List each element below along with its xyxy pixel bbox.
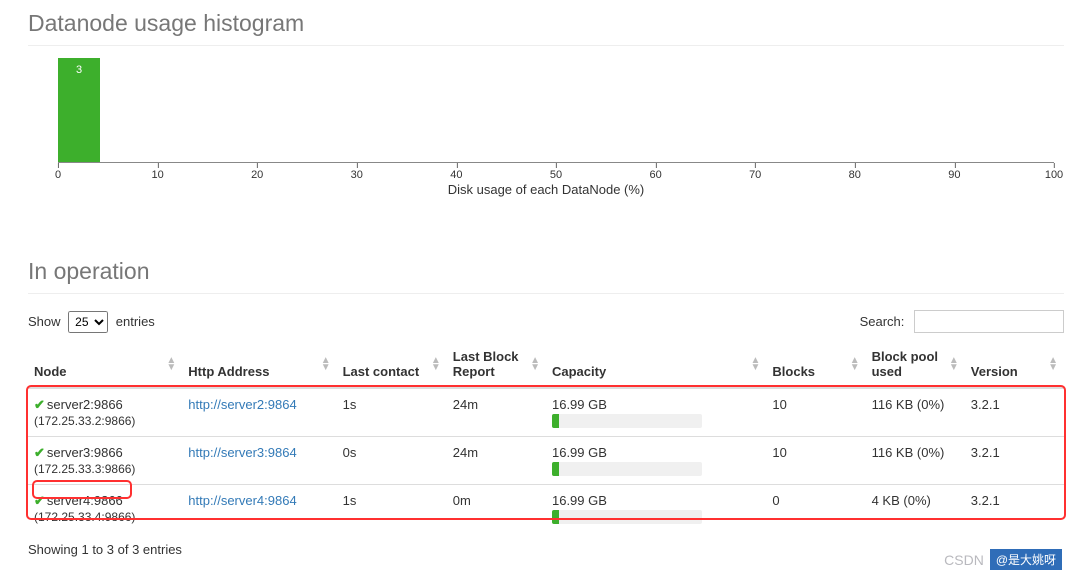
axis-tick: 40 — [450, 163, 462, 181]
cell-http: http://server4:9864 — [182, 485, 336, 533]
cell-last-block: 24m — [447, 437, 546, 485]
table-row: ✔server3:9866 (172.25.33.3:9866) http://… — [28, 437, 1064, 485]
cell-node: ✔server2:9866 (172.25.33.2:9866) — [28, 388, 182, 437]
entries-label: entries — [116, 314, 155, 329]
cell-version: 3.2.1 — [965, 485, 1064, 533]
axis-tick: 10 — [151, 163, 163, 181]
table-search-control: Search: — [860, 310, 1064, 333]
status-check-icon: ✔ — [34, 445, 45, 460]
histogram-chart: 3 0 10 20 30 40 50 60 70 80 90 100 Disk usage of e… — [28, 58, 1064, 208]
histogram-bar: 3 — [58, 58, 100, 162]
status-check-icon: ✔ — [34, 493, 45, 508]
cell-node: ✔server3:9866 (172.25.33.3:9866) — [28, 437, 182, 485]
node-ip: (172.25.33.2:9866) — [34, 414, 135, 428]
axis-tick: 70 — [749, 163, 761, 181]
col-last-block[interactable]: Last Block Report▲▼ — [447, 341, 546, 388]
sort-icon: ▲▼ — [949, 357, 959, 371]
axis-tick: 0 — [55, 163, 61, 181]
divider — [28, 45, 1064, 46]
watermark-text: CSDN — [944, 552, 984, 568]
page-size-select[interactable]: 25 — [68, 311, 108, 333]
table-row: ✔server4:9866 (172.25.33.4:9866) http://… — [28, 485, 1064, 533]
sort-icon: ▲▼ — [530, 357, 540, 371]
node-host: server2:9866 — [47, 397, 123, 412]
sort-icon: ▲▼ — [431, 357, 441, 371]
axis-tick: 80 — [849, 163, 861, 181]
cell-blocks: 0 — [766, 485, 865, 533]
cell-last-contact: 1s — [337, 485, 447, 533]
col-http[interactable]: Http Address▲▼ — [182, 341, 336, 388]
search-label: Search: — [860, 314, 905, 329]
cell-capacity: 16.99 GB — [546, 437, 766, 485]
axis-tick: 30 — [351, 163, 363, 181]
sort-icon: ▲▼ — [751, 357, 761, 371]
http-link[interactable]: http://server2:9864 — [188, 397, 296, 412]
operation-title: In operation — [28, 258, 1064, 285]
node-host: server3:9866 — [47, 445, 123, 460]
cell-pool-used: 4 KB (0%) — [866, 485, 965, 533]
cell-capacity: 16.99 GB — [546, 388, 766, 437]
capacity-text: 16.99 GB — [552, 397, 622, 412]
cell-last-contact: 0s — [337, 437, 447, 485]
capacity-text: 16.99 GB — [552, 493, 622, 508]
histogram-xlabel: Disk usage of each DataNode (%) — [28, 182, 1064, 197]
cell-pool-used: 116 KB (0%) — [866, 437, 965, 485]
axis-tick: 20 — [251, 163, 263, 181]
histogram-bar-value: 3 — [58, 64, 100, 76]
capacity-text: 16.99 GB — [552, 445, 622, 460]
cell-blocks: 10 — [766, 437, 865, 485]
cell-node: ✔server4:9866 (172.25.33.4:9866) — [28, 485, 182, 533]
node-ip: (172.25.33.3:9866) — [34, 462, 135, 476]
axis-tick: 90 — [948, 163, 960, 181]
http-link[interactable]: http://server4:9864 — [188, 493, 296, 508]
show-label: Show — [28, 314, 61, 329]
col-pool-used[interactable]: Block pool used▲▼ — [866, 341, 965, 388]
cell-version: 3.2.1 — [965, 388, 1064, 437]
node-ip: (172.25.33.4:9866) — [34, 510, 135, 524]
cell-http: http://server3:9864 — [182, 437, 336, 485]
capacity-bar — [552, 414, 702, 428]
cell-http: http://server2:9864 — [182, 388, 336, 437]
col-node[interactable]: Node▲▼ — [28, 341, 182, 388]
http-link[interactable]: http://server3:9864 — [188, 445, 296, 460]
table-info: Showing 1 to 3 of 3 entries — [28, 542, 1064, 557]
node-host: server4:9866 — [47, 493, 123, 508]
capacity-bar — [552, 462, 702, 476]
cell-pool-used: 116 KB (0%) — [866, 388, 965, 437]
cell-blocks: 10 — [766, 388, 865, 437]
cell-last-block: 0m — [447, 485, 546, 533]
col-blocks[interactable]: Blocks▲▼ — [766, 341, 865, 388]
watermark: CSDN @是大姚呀 — [944, 549, 1062, 570]
table-row: ✔server2:9866 (172.25.33.2:9866) http://… — [28, 388, 1064, 437]
axis-tick: 60 — [649, 163, 661, 181]
divider — [28, 293, 1064, 294]
col-capacity[interactable]: Capacity▲▼ — [546, 341, 766, 388]
sort-icon: ▲▼ — [850, 357, 860, 371]
cell-last-block: 24m — [447, 388, 546, 437]
sort-icon: ▲▼ — [1048, 357, 1058, 371]
histogram-title: Datanode usage histogram — [28, 10, 1064, 37]
cell-version: 3.2.1 — [965, 437, 1064, 485]
capacity-bar — [552, 510, 702, 524]
axis-tick: 50 — [550, 163, 562, 181]
cell-capacity: 16.99 GB — [546, 485, 766, 533]
axis-tick: 100 — [1045, 163, 1063, 181]
table-length-control: Show 25 entries — [28, 311, 155, 333]
col-last-contact[interactable]: Last contact▲▼ — [337, 341, 447, 388]
sort-icon: ▲▼ — [166, 357, 176, 371]
datanode-table: Node▲▼ Http Address▲▼ Last contact▲▼ Las… — [28, 341, 1064, 532]
sort-icon: ▲▼ — [321, 357, 331, 371]
cell-last-contact: 1s — [337, 388, 447, 437]
search-input[interactable] — [914, 310, 1064, 333]
watermark-badge: @是大姚呀 — [990, 549, 1062, 570]
col-version[interactable]: Version▲▼ — [965, 341, 1064, 388]
status-check-icon: ✔ — [34, 397, 45, 412]
